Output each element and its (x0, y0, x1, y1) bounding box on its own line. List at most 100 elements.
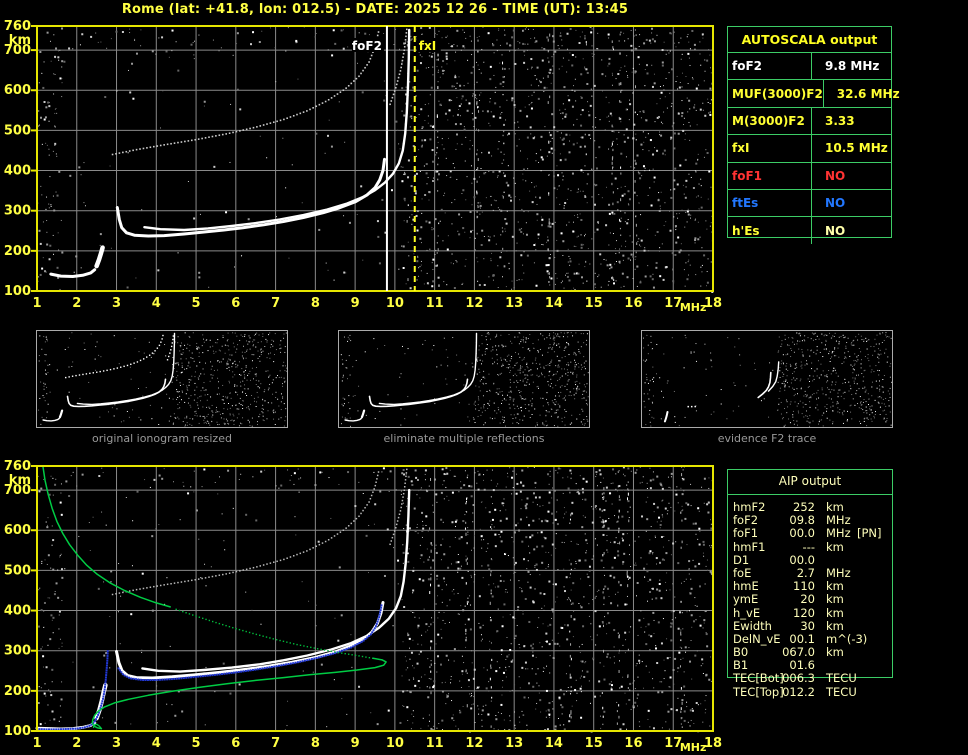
aip-row-B0: B0 067.0 km (727, 645, 895, 660)
param-value: NO (825, 223, 846, 238)
svg-text:400: 400 (4, 164, 31, 179)
svg-text:760: 760 (4, 19, 31, 34)
aip-unit: km (826, 500, 844, 514)
aip-label: ymE (733, 592, 759, 607)
bottom-ionogram-plot: 760700600500400300200100km1 2 3 4 5 6 7 8 9 10 11 1… (4, 459, 722, 754)
aip-value: 120 (793, 605, 815, 620)
svg-text:fxI: fxI (419, 39, 436, 53)
svg-text:300: 300 (4, 204, 31, 219)
aip-row-Ewidth: Ewidth 30 km (727, 618, 895, 633)
param-label: ftEs (728, 189, 812, 217)
param-label: M(3000)F2 (728, 107, 812, 135)
param-value: NO (825, 196, 846, 211)
aip-label: h_vE (733, 605, 761, 620)
svg-text:9: 9 (351, 296, 360, 311)
aip-value: --- (802, 539, 815, 554)
aip-label: D1 (733, 552, 750, 567)
aip-header-divider (727, 494, 893, 495)
svg-text:foF2: foF2 (352, 39, 382, 53)
aip-unit: m^(-3) (826, 631, 868, 646)
aip-row-TEC[Top]: TEC[Top] 012.2 TECU (727, 684, 895, 699)
svg-text:12: 12 (465, 296, 483, 311)
aip-unit: km (826, 645, 844, 660)
autoscala-row-M(3000)F2: M(3000)F2 3.33 (728, 107, 891, 136)
aip-row-foE: foE 2.7 MHz (727, 565, 895, 580)
svg-text:7: 7 (271, 296, 280, 311)
autoscala-output-panel: AUTOSCALA output foF2 9.8 MHz MUF(3000)F2 3… (727, 26, 900, 244)
aip-output-panel: AIP output hmF2 252 km foF2 09.8 MHz foF1 00.0 M… (727, 469, 895, 709)
top-ionogram-plot: foF2 fxI760700600500400300200100km1 2 3 4 5 6 7… (4, 19, 722, 314)
param-value: 32.6 MHz (836, 86, 900, 101)
aip-row-hmF2: hmF2 252 km (727, 500, 895, 514)
param-label: foF1 (728, 162, 812, 189)
svg-text:13: 13 (505, 296, 523, 311)
svg-text:km: km (9, 33, 31, 48)
aip-row-foF2: foF2 09.8 MHz (727, 513, 895, 528)
aip-unit: MHz (826, 565, 851, 580)
svg-text:MHz: MHz (680, 301, 707, 314)
autoscala-row-MUF(3000)F2: MUF(3000)F2 32.6 MHz (728, 80, 900, 108)
param-label: fxI (728, 135, 812, 162)
svg-text:200: 200 (4, 244, 31, 259)
aip-extra: [PN] (857, 526, 882, 541)
svg-text:10: 10 (386, 296, 404, 311)
thumbnail-caption: original ionogram resized (92, 432, 232, 445)
autoscala-row-foF2: foF2 9.8 MHz (728, 53, 891, 81)
thumbnail-evidence-f2 (641, 330, 893, 428)
aip-value: 012.2 (782, 684, 815, 699)
param-value: 3.33 (825, 113, 855, 128)
svg-text:100: 100 (4, 284, 31, 299)
svg-text:3: 3 (112, 296, 121, 311)
autoscala-row-ftEs: ftEs NO (728, 189, 891, 218)
param-label: MUF(3000)F2 (728, 80, 824, 107)
aip-row-D1: D1 00.0 (727, 552, 895, 567)
aip-unit: km (826, 539, 844, 554)
param-label: h'Es (728, 217, 812, 244)
aip-row-hmF1: hmF1 --- km (727, 539, 895, 554)
svg-text:2: 2 (72, 296, 81, 311)
thumbnail-original-ionogram (36, 330, 288, 428)
aip-value: 067.0 (782, 645, 815, 660)
thumbnail-caption: eliminate multiple reflections (383, 432, 545, 445)
param-value: 10.5 MHz (825, 141, 888, 156)
aip-unit: TECU (826, 684, 857, 699)
svg-text:5: 5 (192, 296, 201, 311)
aip-value: 006.3 (782, 671, 815, 686)
aip-row-foF1: foF1 00.0 MHz [PN] (727, 526, 895, 541)
autoscala-panel-title: AUTOSCALA output (728, 27, 891, 53)
aip-row-B1: B1 01.6 (727, 658, 895, 673)
aip-label: B0 (733, 645, 749, 660)
svg-text:1: 1 (32, 296, 41, 311)
aip-unit: MHz (826, 526, 851, 541)
aip-value: 09.8 (789, 513, 815, 528)
aip-label: foE (733, 565, 752, 580)
aip-label: hmE (733, 579, 759, 594)
svg-text:18: 18 (704, 296, 722, 311)
autoscala-row-foF1: foF1 NO (728, 162, 891, 190)
aip-unit: km (826, 605, 844, 620)
svg-text:14: 14 (545, 296, 563, 311)
param-label: foF2 (728, 53, 812, 80)
aip-value: 252 (793, 500, 815, 514)
aip-value: 30 (800, 618, 815, 633)
svg-text:8: 8 (311, 296, 320, 311)
aip-label: foF1 (733, 526, 759, 541)
aip-unit: km (826, 579, 844, 594)
thumbnail-eliminate-reflections (338, 330, 590, 428)
param-value: NO (825, 168, 846, 183)
aip-row-DelN_vE: DelN_vE 00.1 m^(-3) (727, 631, 895, 646)
autoscala-row-h'Es: h'Es NO (728, 217, 891, 244)
svg-text:600: 600 (4, 83, 31, 98)
aip-value: 01.6 (789, 658, 815, 673)
aip-label: B1 (733, 658, 749, 673)
aip-value: 20 (800, 592, 815, 607)
aip-unit: MHz (826, 513, 851, 528)
aip-unit: km (826, 592, 844, 607)
aip-label: foF2 (733, 513, 759, 528)
svg-text:4: 4 (152, 296, 161, 311)
svg-text:15: 15 (585, 296, 603, 311)
svg-text:6: 6 (231, 296, 240, 311)
aip-value: 110 (793, 579, 815, 594)
autoscala-rows: foF2 9.8 MHz MUF(3000)F2 32.6 MHz M(3000)F2 3… (728, 53, 900, 244)
aip-value: 00.1 (789, 631, 815, 646)
